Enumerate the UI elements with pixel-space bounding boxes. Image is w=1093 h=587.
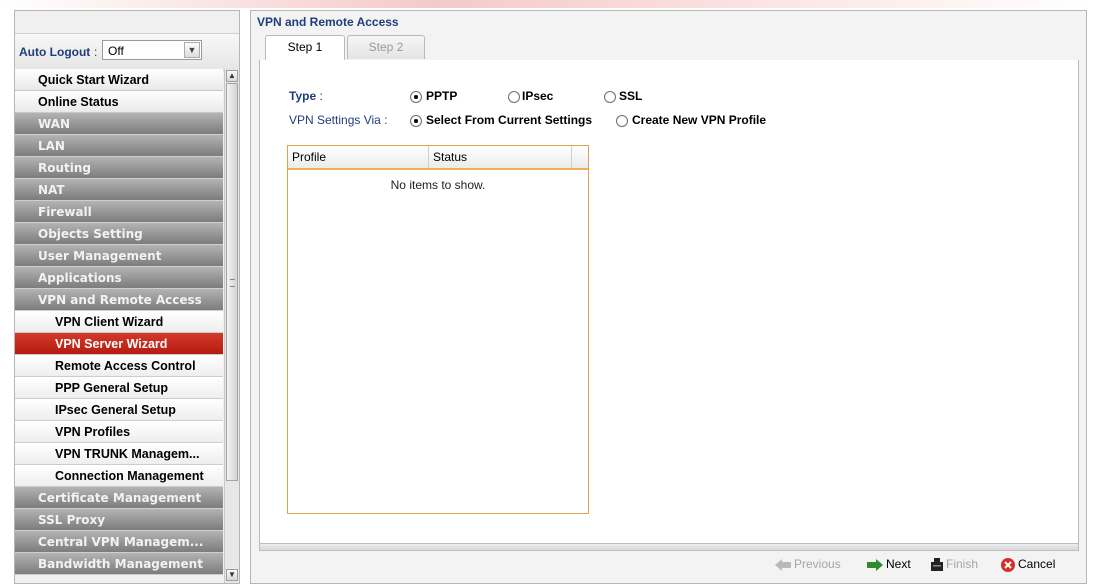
previous-label: Previous [794, 557, 841, 571]
radio-create-new[interactable] [616, 115, 628, 127]
page-title: VPN and Remote Access [257, 15, 399, 29]
menu-nat[interactable]: NAT [15, 179, 223, 201]
radio-ssl-label[interactable]: SSL [619, 89, 642, 103]
radio-create-new-label[interactable]: Create New VPN Profile [632, 113, 766, 127]
menu-certificate-management[interactable]: Certificate Management [15, 487, 223, 509]
submenu-vpn-trunk-management[interactable]: VPN TRUNK Managem... [15, 443, 223, 465]
sidebar-menu: Quick Start Wizard Online Status WAN LAN… [15, 69, 223, 575]
tab-step-1[interactable]: Step 1 [265, 35, 345, 61]
scrollbar-thumb[interactable] [226, 83, 238, 481]
scroll-down-icon[interactable]: ▼ [226, 569, 238, 581]
sidebar-scrollbar[interactable]: ▲ ▼ [224, 69, 239, 583]
radio-select-current[interactable] [410, 115, 422, 127]
menu-vpn-and-remote-access[interactable]: VPN and Remote Access [15, 289, 223, 311]
radio-pptp-label[interactable]: PPTP [426, 89, 457, 103]
menu-firewall[interactable]: Firewall [15, 201, 223, 223]
main-panel: VPN and Remote Access Step 1 Step 2 Type… [250, 10, 1087, 584]
auto-logout-select[interactable]: Off ▼ [102, 40, 202, 60]
menu-quick-start-wizard[interactable]: Quick Start Wizard [15, 69, 223, 91]
column-profile[interactable]: Profile [288, 146, 429, 168]
radio-select-current-label[interactable]: Select From Current Settings [426, 113, 592, 127]
menu-bandwidth-management[interactable]: Bandwidth Management [15, 553, 223, 575]
grid-empty-message: No items to show. [390, 178, 486, 192]
type-label-colon: : [319, 89, 323, 103]
submenu-remote-access-control[interactable]: Remote Access Control [15, 355, 223, 377]
next-button[interactable]: Next [867, 555, 911, 573]
menu-user-management[interactable]: User Management [15, 245, 223, 267]
arrow-left-icon [775, 558, 791, 571]
cancel-button[interactable]: Cancel [1001, 555, 1055, 573]
finish-label: Finish [946, 557, 979, 571]
submenu-ppp-general-setup[interactable]: PPP General Setup [15, 377, 223, 399]
submenu-vpn-profiles[interactable]: VPN Profiles [15, 421, 223, 443]
menu-lan[interactable]: LAN [15, 135, 223, 157]
scroll-up-icon[interactable]: ▲ [226, 70, 238, 82]
chevron-down-icon[interactable]: ▼ [184, 42, 200, 58]
menu-central-vpn-management[interactable]: Central VPN Managem... [15, 531, 223, 553]
menu-objects-setting[interactable]: Objects Setting [15, 223, 223, 245]
menu-wan[interactable]: WAN [15, 113, 223, 135]
arrow-right-icon [867, 558, 883, 571]
menu-applications[interactable]: Applications [15, 267, 223, 289]
wizard-tabs: Step 1 Step 2 [259, 35, 1079, 61]
grip-icon [230, 279, 235, 287]
type-label-text: Type [289, 89, 317, 103]
finish-button[interactable]: Finish [931, 555, 978, 573]
profile-grid: Profile Status No items to show. [287, 145, 589, 514]
radio-ipsec-label[interactable]: IPsec [522, 89, 553, 103]
submenu-vpn-server-wizard[interactable]: VPN Server Wizard [15, 333, 223, 355]
radio-ssl[interactable] [604, 91, 616, 103]
menu-routing[interactable]: Routing [15, 157, 223, 179]
submenu-vpn-client-wizard[interactable]: VPN Client Wizard [15, 311, 223, 333]
column-status[interactable]: Status [429, 146, 572, 168]
tab-step-2[interactable]: Step 2 [347, 35, 425, 59]
cancel-label: Cancel [1018, 557, 1056, 571]
type-label: Type : [289, 89, 323, 103]
finish-icon [931, 558, 943, 572]
auto-logout-label: Auto Logout [19, 45, 91, 59]
cancel-icon [1001, 557, 1015, 572]
sidebar: Auto Logout : Off ▼ Quick Start Wizard O… [14, 10, 240, 584]
menu-ssl-proxy[interactable]: SSL Proxy [15, 509, 223, 531]
vpn-settings-via-label: VPN Settings Via : [289, 113, 388, 127]
previous-button[interactable]: Previous [775, 555, 841, 573]
auto-logout-colon: : [94, 45, 98, 59]
radio-pptp[interactable] [410, 91, 422, 103]
submenu-ipsec-general-setup[interactable]: IPsec General Setup [15, 399, 223, 421]
menu-online-status[interactable]: Online Status [15, 91, 223, 113]
top-accent-bar [0, 0, 1093, 8]
auto-logout-value: Off [108, 44, 124, 58]
auto-logout-bar: Auto Logout : Off ▼ [15, 33, 239, 71]
submenu-connection-management[interactable]: Connection Management [15, 465, 223, 487]
wizard-content: Type : PPTP IPsec SSL VPN Settings Via :… [259, 60, 1079, 544]
next-label: Next [886, 557, 911, 571]
radio-ipsec[interactable] [508, 91, 520, 103]
footer-divider [259, 543, 1079, 551]
grid-header: Profile Status [288, 146, 588, 170]
